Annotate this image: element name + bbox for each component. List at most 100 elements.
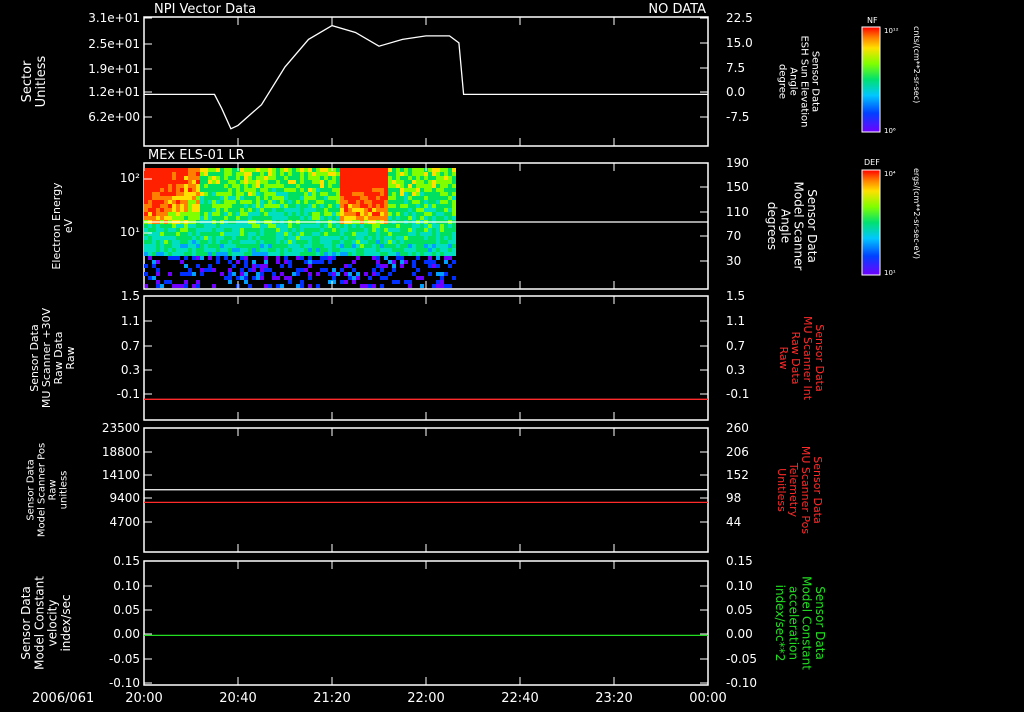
spectrogram-cell	[444, 260, 448, 264]
spectrogram-cell	[296, 272, 300, 276]
spectrogram-cell	[432, 228, 436, 232]
colorbar-nf-gradient	[861, 26, 881, 133]
spectrogram-cell	[364, 168, 368, 172]
spectrogram-cell	[152, 176, 156, 180]
spectrogram-cell	[356, 200, 360, 204]
spectrogram-cell	[220, 192, 224, 196]
spectrogram-cell	[416, 208, 420, 212]
spectrogram-cell	[384, 180, 388, 184]
spectrogram-cell	[192, 284, 196, 288]
panel-1-right-axis-label-line: degree	[777, 64, 788, 99]
spectrogram-cell	[348, 264, 352, 268]
spectrogram-cell	[384, 188, 388, 192]
spectrogram-cell	[428, 200, 432, 204]
spectrogram-cell	[296, 232, 300, 236]
spectrogram-cell	[152, 168, 156, 172]
spectrogram-cell	[436, 180, 440, 184]
spectrogram-cell	[268, 284, 272, 288]
spectrogram-cell	[372, 196, 376, 200]
spectrogram-cell	[420, 284, 424, 288]
spectrogram-cell	[320, 188, 324, 192]
spectrogram-cell	[144, 224, 148, 228]
spectrogram-cell	[340, 268, 344, 272]
spectrogram-cell	[368, 248, 372, 252]
spectrogram-cell	[416, 232, 420, 236]
spectrogram-cell	[384, 264, 388, 268]
spectrogram-cell	[352, 260, 356, 264]
spectrogram-cell	[448, 240, 452, 244]
spectrogram-cell	[288, 200, 292, 204]
spectrogram-cell	[192, 176, 196, 180]
spectrogram-cell	[432, 200, 436, 204]
time-tick-label: 22:00	[407, 691, 444, 706]
spectrogram-cell	[328, 248, 332, 252]
panel-4-left-tick-label: 9400	[109, 491, 140, 505]
spectrogram-cell	[368, 180, 372, 184]
spectrogram-cell	[184, 180, 188, 184]
panel-2-title: MEx ELS-01 LR	[148, 148, 245, 163]
spectrogram-cell	[408, 244, 412, 248]
spectrogram-cell	[224, 252, 228, 256]
spectrogram-cell	[448, 248, 452, 252]
spectrogram-cell	[340, 240, 344, 244]
spectrogram-cell	[236, 232, 240, 236]
spectrogram-cell	[252, 200, 256, 204]
colorbar-def: DEF 10⁴ 10¹ ergs/(cm**2-sr-sec-eV)	[861, 158, 921, 277]
spectrogram-cell	[204, 188, 208, 192]
panel-2-right-tick-label: 150	[726, 180, 749, 194]
spectrogram-cell	[344, 196, 348, 200]
spectrogram-cell	[188, 176, 192, 180]
spectrogram-cell	[304, 172, 308, 176]
spectrogram-cell	[408, 204, 412, 208]
spectrogram-cell	[304, 232, 308, 236]
spectrogram-cell	[360, 168, 364, 172]
panel-2-left-tick-label: 10¹	[120, 225, 140, 239]
spectrogram-cell	[332, 176, 336, 180]
spectrogram-cell	[200, 224, 204, 228]
spectrogram-cell	[360, 176, 364, 180]
panel-5-left-tick-label: 0.05	[113, 603, 140, 617]
spectrogram-cell	[208, 184, 212, 188]
spectrogram-cell	[196, 256, 200, 260]
spectrogram-cell	[368, 240, 372, 244]
spectrogram-cell	[244, 252, 248, 256]
spectrogram-cell	[236, 180, 240, 184]
spectrogram-cell	[180, 184, 184, 188]
spectrogram-cell	[180, 168, 184, 172]
panel-4-right-axis-label-line: Telemetry	[787, 462, 800, 518]
spectrogram-cell	[232, 224, 236, 228]
spectrogram-cell	[308, 204, 312, 208]
spectrogram-cell	[172, 204, 176, 208]
spectrogram-cell	[356, 216, 360, 220]
spectrogram-cell	[220, 212, 224, 216]
spectrogram-cell	[180, 204, 184, 208]
spectrogram-cell	[176, 172, 180, 176]
spectrogram-cell	[432, 204, 436, 208]
spectrogram-cell	[184, 224, 188, 228]
spectrogram-cell	[416, 256, 420, 260]
spectrogram-cell	[312, 192, 316, 196]
spectrogram-cell	[236, 192, 240, 196]
spectrogram-cell	[452, 192, 456, 196]
spectrogram-cell	[440, 172, 444, 176]
spectrogram-cell	[228, 168, 232, 172]
spectrogram-cell	[180, 216, 184, 220]
spectrogram-cell	[244, 228, 248, 232]
spectrogram-cell	[208, 232, 212, 236]
spectrogram-cell	[280, 168, 284, 172]
spectrogram-cell	[148, 248, 152, 252]
spectrogram-cell	[364, 172, 368, 176]
spectrogram-cell	[444, 184, 448, 188]
spectrogram-cell	[156, 236, 160, 240]
spectrogram-cell	[292, 240, 296, 244]
spectrogram-cell	[300, 188, 304, 192]
spectrogram-cell	[228, 236, 232, 240]
spectrogram-cell	[232, 272, 236, 276]
spectrogram-cell	[308, 232, 312, 236]
spectrogram-cell	[228, 192, 232, 196]
spectrogram-cell	[264, 260, 268, 264]
spectrogram-cell	[380, 196, 384, 200]
spectrogram-cell	[284, 204, 288, 208]
spectrogram-cell	[192, 252, 196, 256]
spectrogram-cell	[448, 188, 452, 192]
